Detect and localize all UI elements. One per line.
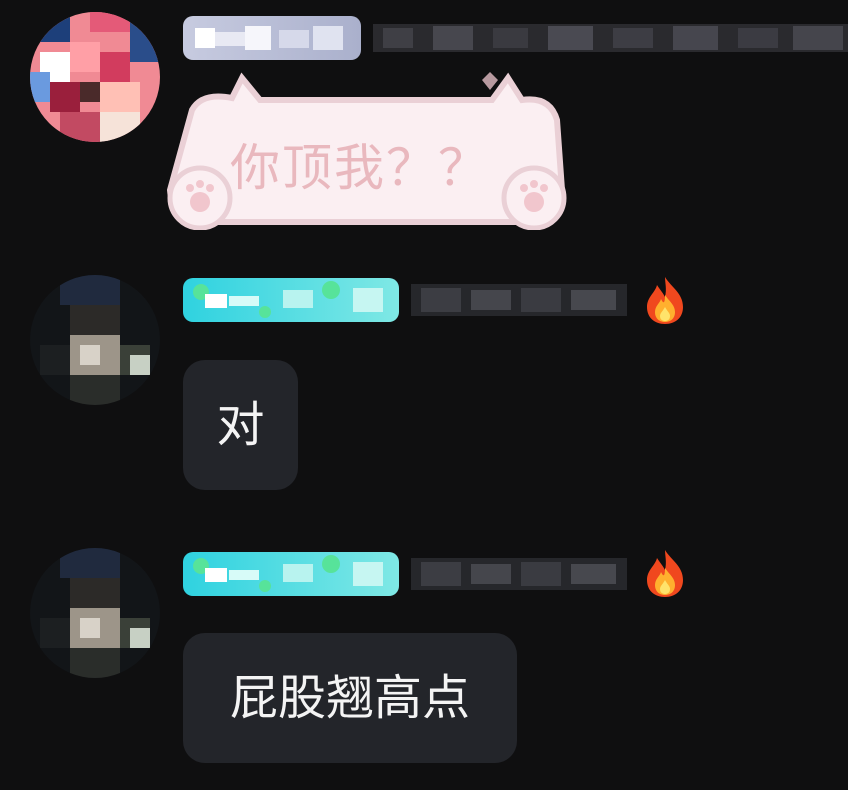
dark-avatar-pixelated — [30, 548, 160, 678]
sender-title-blurred — [411, 278, 627, 322]
message-text: 屁股翘高点 — [229, 670, 470, 726]
fire-icon — [647, 550, 683, 597]
message-bubble[interactable]: 屁股翘高点 — [183, 633, 517, 763]
message-text: 对 — [216, 397, 265, 453]
sender-name-badge[interactable] — [183, 278, 399, 322]
pink-hair-avatar-pixelated — [30, 12, 160, 142]
chat-message-list: 你顶我？？ 对 屁股翘高点 — [0, 0, 848, 790]
sender-name-badge[interactable] — [183, 552, 399, 596]
sender-avatar[interactable] — [30, 275, 160, 405]
sender-name-badge[interactable] — [183, 16, 361, 60]
fire-icon — [647, 277, 683, 324]
sender-title-blurred — [411, 552, 627, 596]
sender-avatar[interactable] — [30, 12, 160, 142]
dark-avatar-pixelated — [30, 275, 160, 405]
message-text: 你顶我？？ — [230, 139, 490, 197]
sender-avatar[interactable] — [30, 548, 160, 678]
message-bubble[interactable]: 对 — [183, 360, 298, 490]
sender-title-blurred — [373, 16, 848, 60]
